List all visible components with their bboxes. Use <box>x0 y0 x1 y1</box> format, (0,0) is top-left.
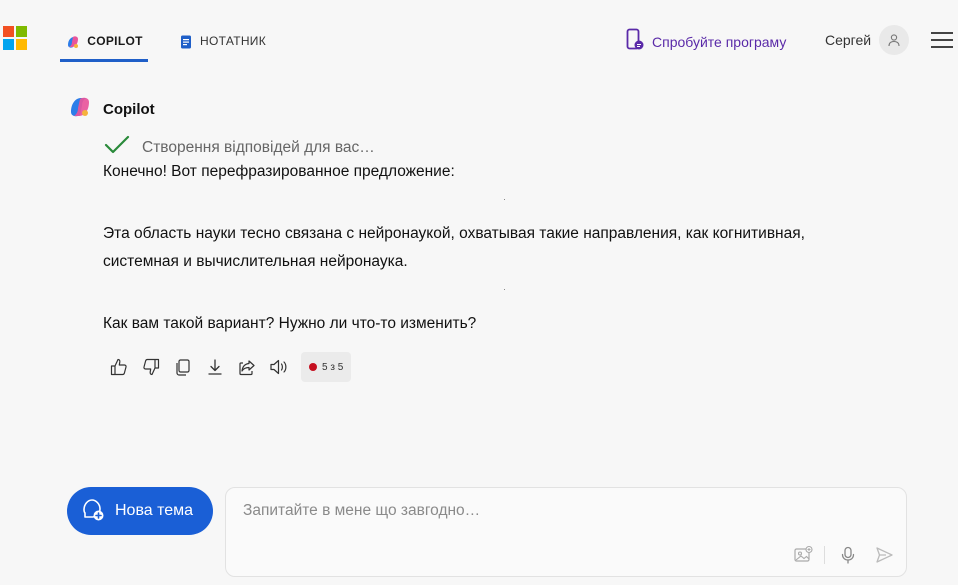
user-name: Сергей <box>825 32 872 48</box>
message-paragraph: Конечно! Вот перефразированное предложен… <box>103 163 455 180</box>
copilot-window: COPILOT НОТАТНИК Спробуйте програму Серг… <box>0 0 958 585</box>
chat-composer <box>225 487 907 577</box>
avatar <box>879 25 910 55</box>
thumbs-down-icon[interactable] <box>139 353 163 381</box>
tab-copilot[interactable]: COPILOT <box>60 28 148 62</box>
separator-dot <box>504 289 505 290</box>
checkmark-icon <box>104 134 130 161</box>
response-counter: 5 з 5 <box>301 352 352 382</box>
speaker-icon[interactable] <box>267 353 291 381</box>
thumbs-up-icon[interactable] <box>107 353 131 381</box>
copy-icon[interactable] <box>171 353 195 381</box>
new-topic-label: Нова тема <box>115 502 194 519</box>
message-paragraph: Как вам такой вариант? Нужно ли что-то и… <box>103 315 477 332</box>
user-icon <box>888 34 900 47</box>
new-topic-button[interactable]: Нова тема <box>67 487 213 535</box>
notebook-icon <box>178 34 194 50</box>
divider <box>824 546 825 564</box>
user-account[interactable]: Сергей <box>825 25 910 55</box>
phone-app-icon <box>626 28 644 55</box>
try-app-label: Спробуйте програму <box>652 33 787 50</box>
chat-input[interactable] <box>241 501 885 521</box>
generation-status: Створення відповідей для вас… <box>104 134 375 161</box>
separator-dot <box>504 199 505 200</box>
download-icon[interactable] <box>203 353 227 381</box>
microsoft-logo[interactable] <box>3 26 27 50</box>
tab-notebook[interactable]: НОТАТНИК <box>178 28 266 68</box>
message-header: Copilot <box>67 94 155 125</box>
copilot-logo-icon <box>67 94 93 125</box>
microphone-icon[interactable] <box>837 544 859 566</box>
tab-copilot-label: COPILOT <box>87 34 143 48</box>
counter-text: 5 з 5 <box>322 361 344 373</box>
message-paragraph: Эта область науки тесно связана с нейрон… <box>103 225 805 270</box>
image-upload-icon[interactable] <box>792 544 814 566</box>
status-dot-icon <box>309 363 317 371</box>
hamburger-menu-icon[interactable] <box>931 32 953 48</box>
message-actions: 5 з 5 <box>107 352 352 382</box>
sender-name: Copilot <box>103 101 155 118</box>
status-text: Створення відповідей для вас… <box>142 138 375 156</box>
new-chat-icon <box>79 496 105 527</box>
copilot-icon <box>65 34 81 50</box>
send-icon[interactable] <box>873 544 895 566</box>
try-app-link[interactable]: Спробуйте програму <box>626 28 786 55</box>
share-icon[interactable] <box>235 353 259 381</box>
tab-notebook-label: НОТАТНИК <box>200 34 267 48</box>
